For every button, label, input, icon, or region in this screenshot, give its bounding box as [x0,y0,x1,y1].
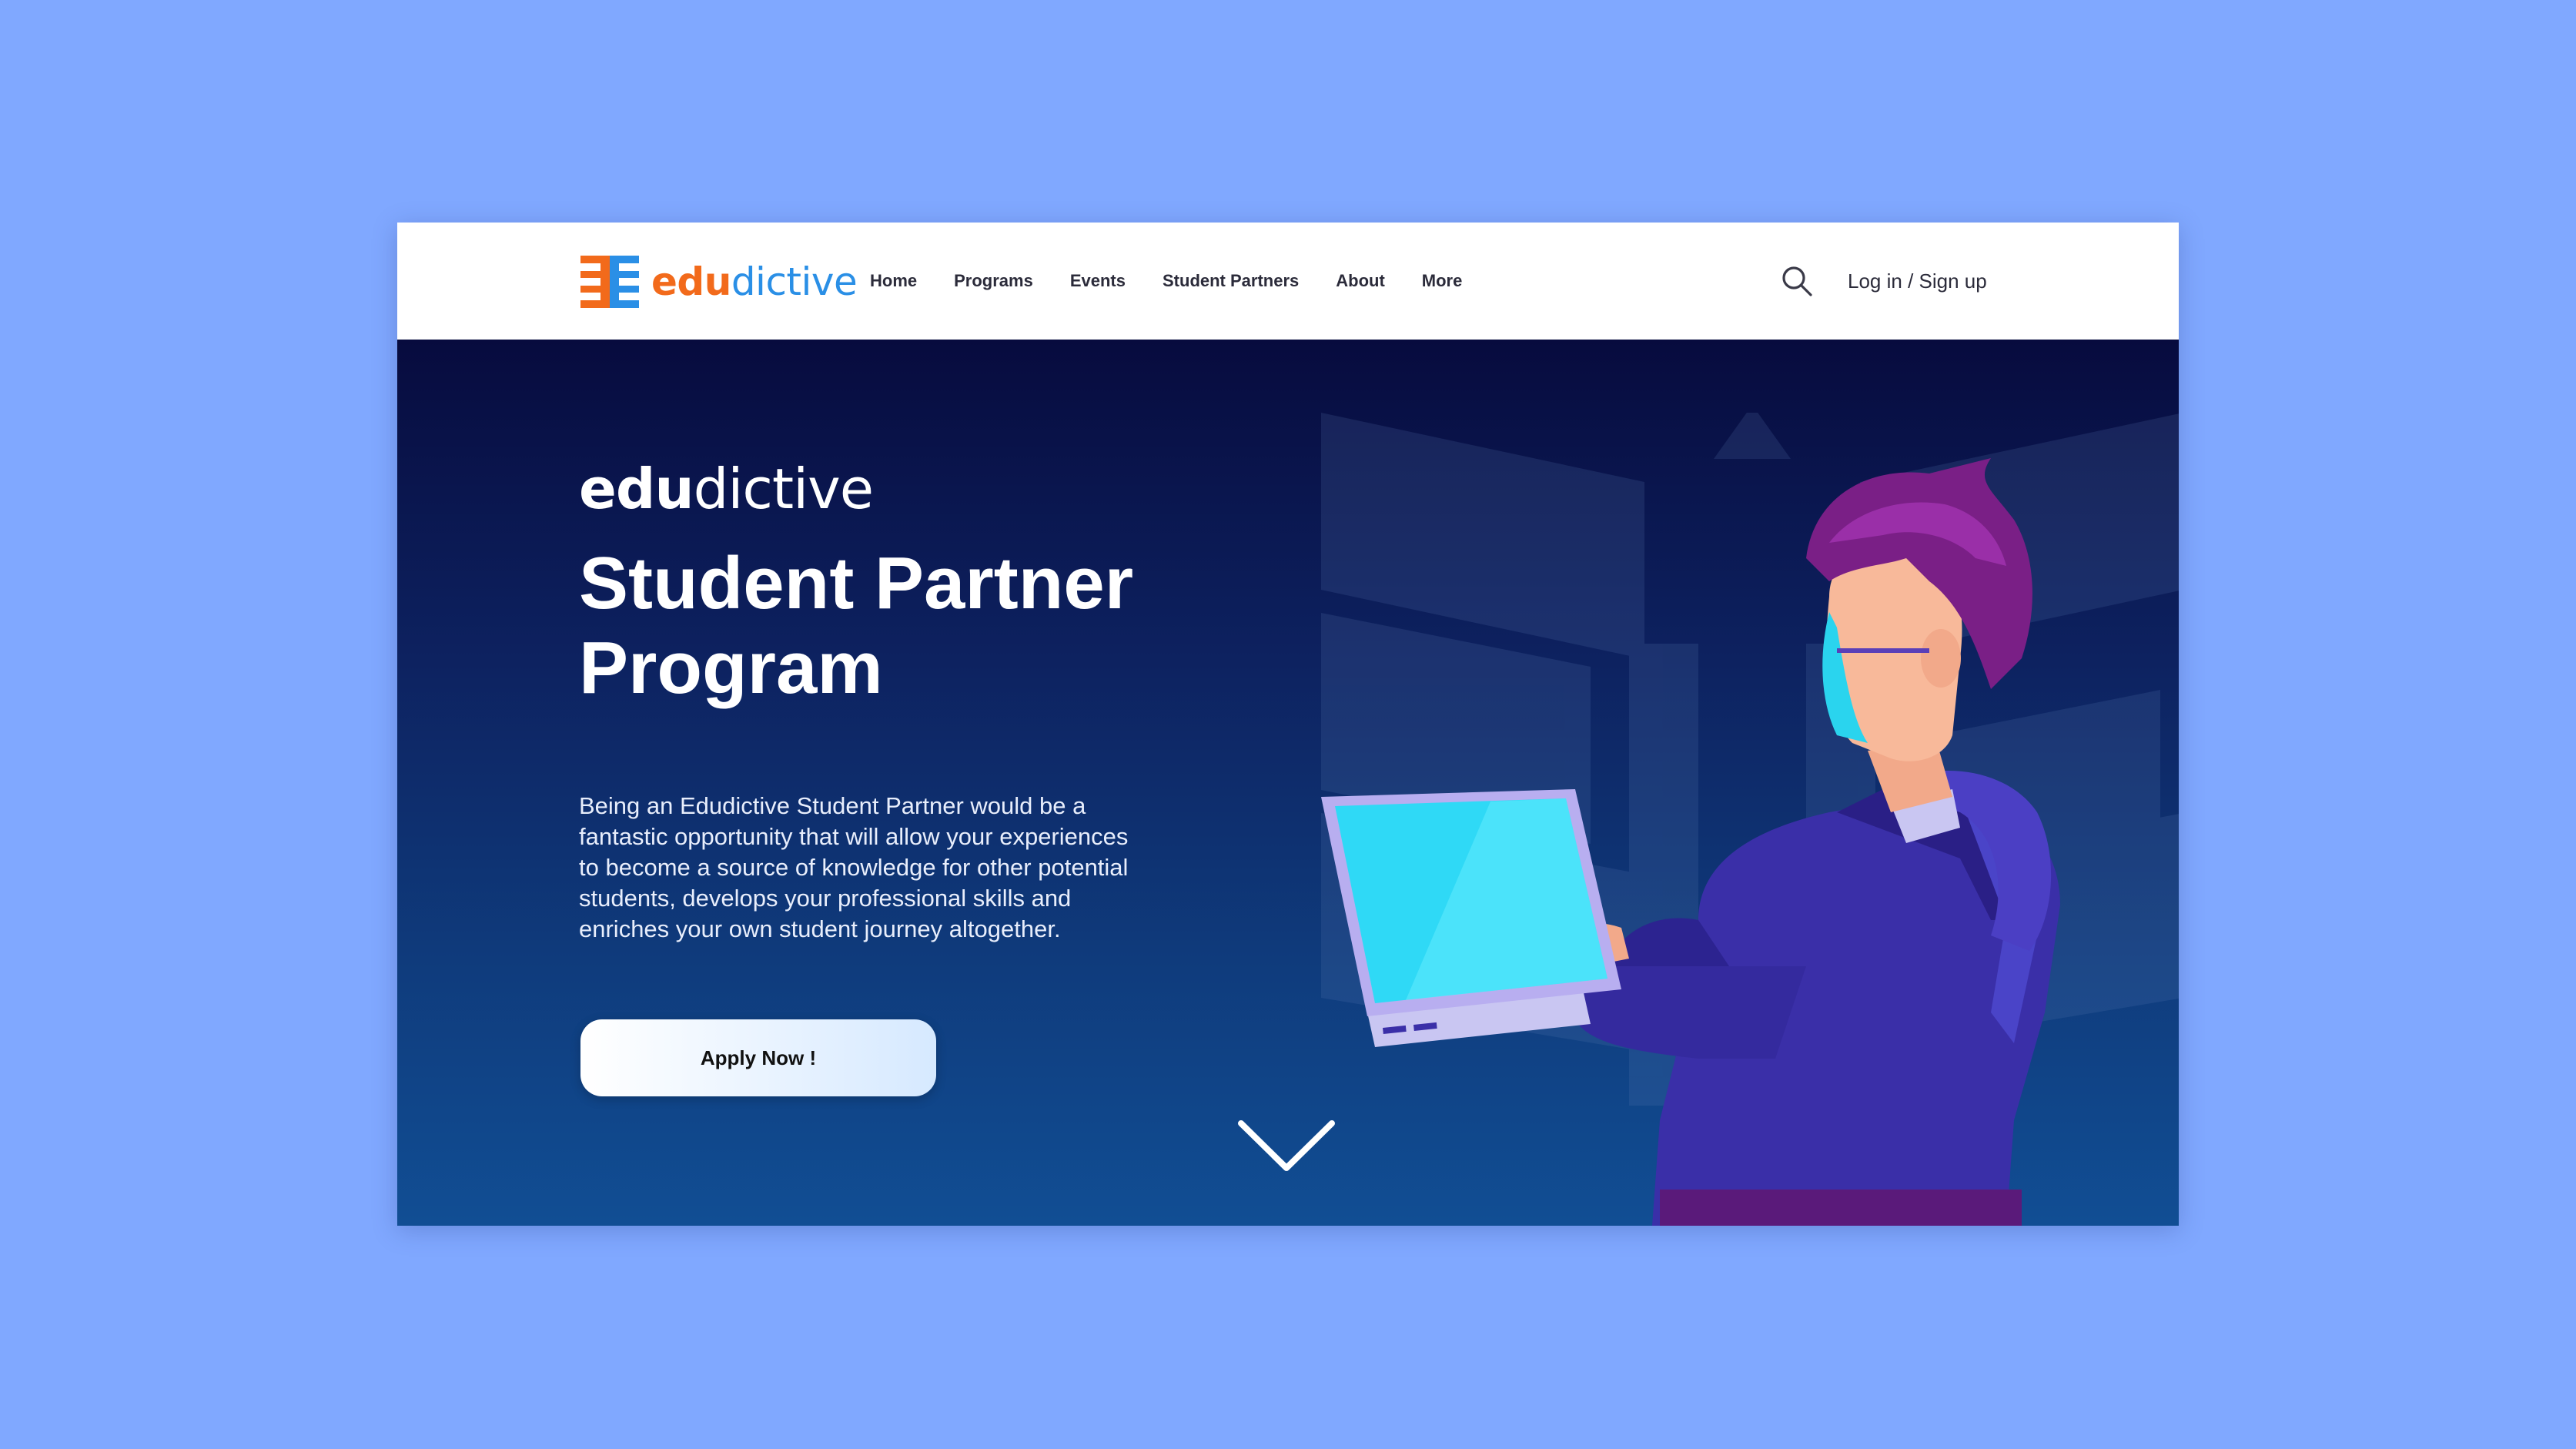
hero-title-line-2: Program [579,627,883,709]
site-logo[interactable]: edudictive [580,255,858,309]
nav-item-student-partners[interactable]: Student Partners [1163,271,1299,291]
hero-brand-edu: edu [579,457,694,521]
chevron-down-icon[interactable] [1236,1119,1337,1174]
logo-text-edu: edu [651,259,731,304]
hero-description: Being an Edudictive Student Partner woul… [579,792,1129,942]
hero-section: edudictive Student Partner Program Being… [397,340,2179,1226]
logo-wordmark: edudictive [651,263,858,301]
hero-brand-dictive: dictive [693,457,874,521]
login-signup-link[interactable]: Log in / Sign up [1848,223,1987,340]
logo-text-dictive: dictive [731,259,858,304]
navbar: edudictive Home Programs Events Student … [397,223,2179,341]
search-icon[interactable] [1778,263,1815,300]
nav-item-more[interactable]: More [1422,271,1463,291]
nav-item-about[interactable]: About [1336,271,1385,291]
nav-item-home[interactable]: Home [870,271,917,291]
student-with-laptop-illustration [1321,458,2060,1226]
edudictive-logo-icon [580,256,639,308]
nav-item-events[interactable]: Events [1070,271,1126,291]
nav-item-programs[interactable]: Programs [954,271,1033,291]
hero-brand-wordmark: edudictive [579,461,874,517]
main-nav: Home Programs Events Student Partners Ab… [870,223,1499,340]
website-frame: edudictive Home Programs Events Student … [397,223,2179,1226]
apply-now-button[interactable]: Apply Now ! [580,1019,936,1096]
hero-title-line-1: Student Partner [579,542,1134,624]
hero-title: Student Partner Program [579,541,1272,711]
